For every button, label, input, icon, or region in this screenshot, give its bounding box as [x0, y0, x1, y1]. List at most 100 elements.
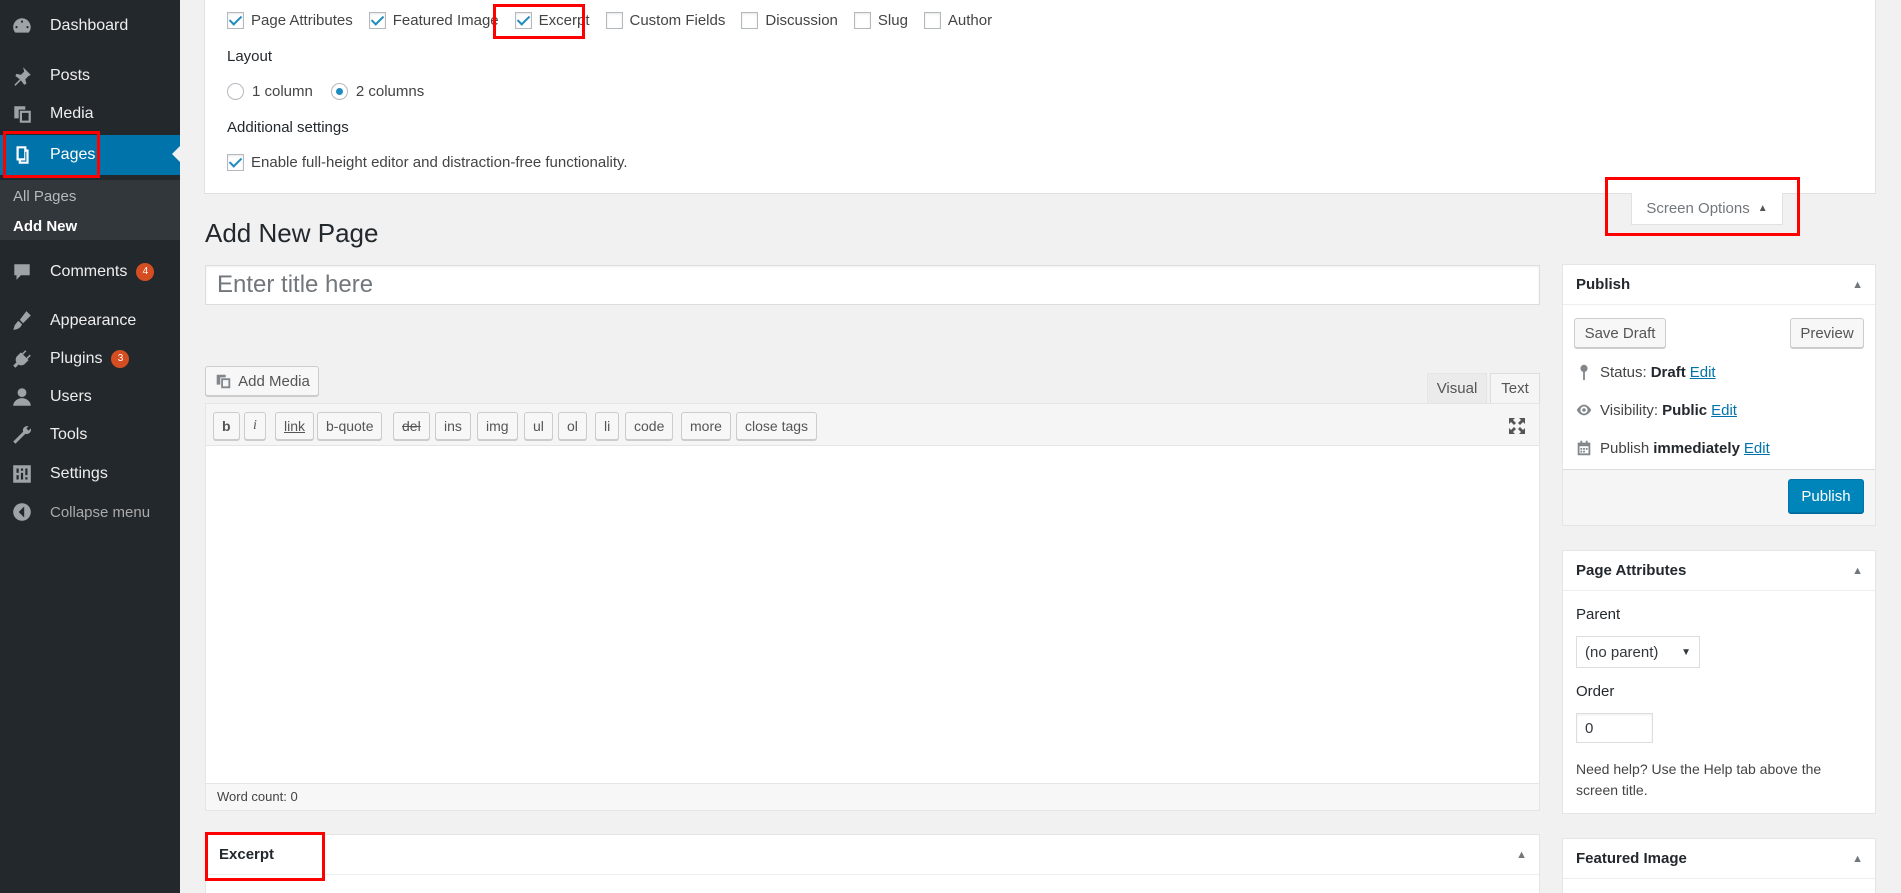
- save-draft-button[interactable]: Save Draft: [1574, 318, 1666, 348]
- toggle-arrow-icon[interactable]: ▲: [1852, 853, 1863, 865]
- qt-link-button[interactable]: link: [275, 412, 315, 440]
- excerpt-header[interactable]: Excerpt ▲: [206, 835, 1539, 875]
- checkbox-discussion[interactable]: Discussion: [741, 12, 838, 29]
- submenu-add-new[interactable]: Add New: [13, 218, 77, 235]
- toggle-arrow-icon[interactable]: ▲: [1516, 849, 1527, 861]
- menu-pages[interactable]: Pages: [0, 135, 180, 175]
- menu-tools-label: Tools: [50, 426, 88, 443]
- qt-code-button[interactable]: code: [625, 412, 674, 440]
- order-input[interactable]: [1576, 713, 1653, 743]
- excerpt-title: Excerpt: [219, 846, 275, 863]
- page-attributes-title: Page Attributes: [1576, 562, 1687, 579]
- add-media-button[interactable]: Add Media: [205, 366, 319, 396]
- checkbox-excerpt[interactable]: Excerpt: [514, 12, 590, 29]
- qt-close-tags-button[interactable]: close tags: [736, 412, 818, 440]
- checkbox-box[interactable]: [741, 12, 759, 29]
- tab-visual[interactable]: Visual: [1427, 373, 1487, 403]
- pin-icon: [10, 64, 34, 88]
- fullscreen-icon[interactable]: [1507, 416, 1527, 436]
- toggle-arrow-icon[interactable]: ▲: [1852, 279, 1863, 291]
- page-title: Add New Page: [205, 218, 379, 248]
- edit-status-link[interactable]: Edit: [1690, 364, 1716, 381]
- qt-del-button[interactable]: del: [393, 412, 430, 440]
- checkbox-featured-image[interactable]: Featured Image: [368, 12, 499, 29]
- radio-button[interactable]: [227, 83, 244, 100]
- menu-posts[interactable]: Posts: [0, 57, 180, 95]
- featured-image-metabox: Featured Image ▲: [1562, 838, 1876, 893]
- qt-italic-button[interactable]: i: [244, 412, 266, 440]
- settings-icon: [10, 462, 34, 486]
- menu-settings[interactable]: Settings: [0, 455, 180, 493]
- featured-image-header[interactable]: Featured Image ▲: [1563, 839, 1875, 879]
- featured-image-title: Featured Image: [1576, 850, 1687, 867]
- menu-users-label: Users: [50, 388, 92, 405]
- qt-bquote-button[interactable]: b-quote: [317, 412, 383, 440]
- qt-bold-button[interactable]: b: [213, 412, 240, 440]
- menu-posts-label: Posts: [50, 67, 91, 84]
- menu-collapse[interactable]: Collapse menu: [0, 493, 180, 531]
- checkbox-label: Page Attributes: [251, 12, 353, 29]
- checkbox-box[interactable]: [605, 12, 623, 29]
- page-attributes-header[interactable]: Page Attributes ▲: [1563, 551, 1875, 591]
- qt-ins-button[interactable]: ins: [435, 412, 471, 440]
- publish-button[interactable]: Publish: [1788, 479, 1864, 513]
- checkbox-box[interactable]: [923, 12, 941, 29]
- qt-li-button[interactable]: li: [595, 412, 620, 440]
- checkbox-box[interactable]: [227, 154, 244, 171]
- word-count: Word count: 0: [206, 783, 1539, 810]
- text-editor: b i link b-quote del ins img ul ol li co…: [205, 403, 1540, 811]
- wrench-icon: [10, 423, 34, 447]
- publish-header[interactable]: Publish ▲: [1563, 265, 1875, 305]
- status-value: Draft: [1650, 363, 1686, 381]
- eye-icon: [1574, 400, 1594, 420]
- checkbox-author[interactable]: Author: [923, 12, 992, 29]
- checkbox-box[interactable]: [368, 12, 386, 29]
- media-icon: [10, 102, 34, 126]
- menu-comments[interactable]: Comments 4: [0, 253, 180, 291]
- checkbox-slug[interactable]: Slug: [853, 12, 908, 29]
- arrow-up-icon: ▲: [1757, 203, 1768, 214]
- qt-ul-button[interactable]: ul: [524, 412, 553, 440]
- checkbox-page-attributes[interactable]: Page Attributes: [227, 12, 353, 29]
- menu-appearance[interactable]: Appearance: [0, 302, 180, 340]
- checkbox-label: Enable full-height editor and distractio…: [251, 154, 628, 171]
- order-label: Order: [1576, 683, 1615, 700]
- checkbox-full-height-editor[interactable]: Enable full-height editor and distractio…: [227, 154, 628, 171]
- radio-button[interactable]: [330, 83, 348, 100]
- parent-select[interactable]: (no parent) ▼: [1576, 636, 1700, 668]
- edit-visibility-link[interactable]: Edit: [1711, 402, 1737, 419]
- publish-date-label: Publish: [1600, 439, 1650, 457]
- submenu-all-pages[interactable]: All Pages: [13, 188, 76, 205]
- menu-plugins[interactable]: Plugins 3: [0, 340, 180, 378]
- screen-options-toggle[interactable]: Screen Options ▲: [1631, 193, 1783, 225]
- post-title-input[interactable]: [205, 265, 1540, 305]
- edit-date-link[interactable]: Edit: [1744, 440, 1770, 457]
- user-icon: [10, 385, 34, 409]
- preview-button[interactable]: Preview: [1790, 318, 1864, 348]
- checkbox-custom-fields[interactable]: Custom Fields: [605, 12, 725, 29]
- publish-title: Publish: [1576, 276, 1631, 293]
- collapse-icon: [10, 500, 34, 524]
- publish-date-value: immediately: [1653, 439, 1740, 457]
- checkbox-box[interactable]: [514, 12, 532, 29]
- tab-text[interactable]: Text: [1490, 373, 1540, 403]
- qt-more-button[interactable]: more: [681, 412, 731, 440]
- plugins-count-badge: 3: [111, 350, 130, 368]
- menu-dashboard[interactable]: Dashboard: [0, 7, 180, 45]
- visibility-row: Visibility: Public Edit: [1574, 400, 1737, 420]
- toggle-arrow-icon[interactable]: ▲: [1852, 565, 1863, 577]
- calendar-icon: [1574, 438, 1594, 458]
- menu-settings-label: Settings: [50, 465, 108, 482]
- qt-ol-button[interactable]: ol: [558, 412, 587, 440]
- checkbox-box[interactable]: [853, 12, 871, 29]
- checkbox-box[interactable]: [227, 12, 244, 29]
- menu-tools[interactable]: Tools: [0, 416, 180, 454]
- radio-1-column[interactable]: 1 column: [227, 83, 313, 100]
- qt-img-button[interactable]: img: [477, 412, 518, 440]
- pages-icon: [10, 143, 34, 167]
- additional-settings-heading: Additional settings: [227, 119, 349, 136]
- menu-dashboard-label: Dashboard: [50, 17, 129, 34]
- menu-users[interactable]: Users: [0, 378, 180, 416]
- radio-2-columns[interactable]: 2 columns: [330, 83, 424, 100]
- menu-media[interactable]: Media: [0, 95, 180, 133]
